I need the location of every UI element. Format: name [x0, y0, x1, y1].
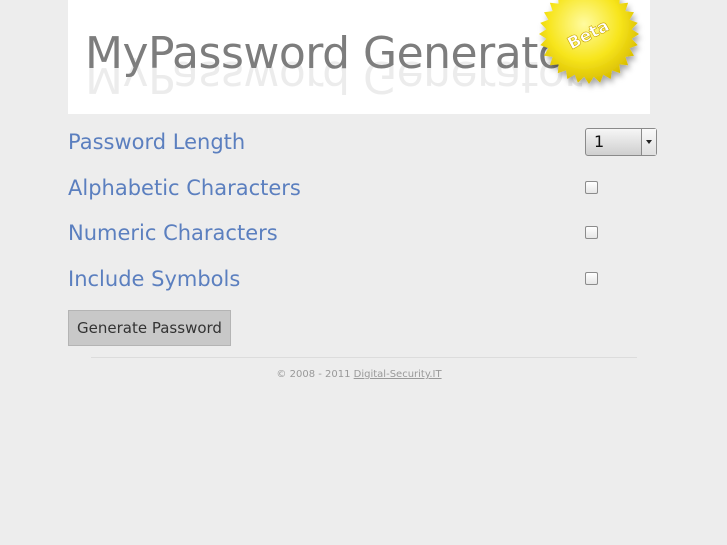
starburst-seal-icon: Beta [539, 0, 639, 84]
header-banner: MyPassword Generator MyPassword Generato… [68, 0, 650, 114]
logo-reflection: MyPassword Generator [85, 58, 582, 102]
numeric-row: Numeric Characters [68, 216, 660, 250]
alphabetic-label: Alphabetic Characters [68, 176, 301, 200]
chevron-down-icon[interactable] [641, 129, 656, 155]
beta-badge: Beta [530, 0, 648, 96]
generate-password-button[interactable]: Generate Password [68, 310, 231, 346]
symbols-checkbox[interactable] [585, 272, 598, 285]
password-length-select[interactable]: 1 [585, 128, 657, 156]
footer-link[interactable]: Digital-Security.IT [354, 369, 442, 380]
numeric-checkbox[interactable] [585, 226, 598, 239]
alphabetic-checkbox[interactable] [585, 181, 598, 194]
footer: © 2008 - 2011 Digital-Security.IT [68, 368, 660, 382]
symbols-label: Include Symbols [68, 267, 241, 291]
password-length-label: Password Length [68, 130, 246, 154]
copyright-text: © 2008 - 2011 [276, 369, 351, 380]
password-length-value: 1 [594, 132, 605, 151]
alphabetic-row: Alphabetic Characters [68, 171, 660, 205]
numeric-label: Numeric Characters [68, 221, 278, 245]
footer-divider [91, 357, 637, 358]
password-length-row: Password Length 1 [68, 125, 660, 159]
page-container: MyPassword Generator MyPassword Generato… [68, 0, 660, 545]
symbols-row: Include Symbols [68, 262, 660, 296]
